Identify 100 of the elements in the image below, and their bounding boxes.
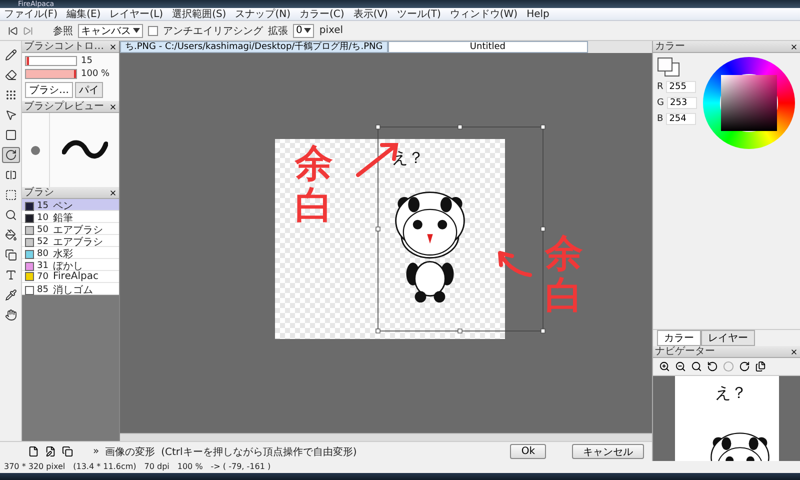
brush-name: ぼかし	[53, 260, 83, 272]
dot-icon	[31, 146, 40, 154]
transform-hint: (Ctrlキーを押しながら頂点操作で自由変形)	[161, 446, 357, 458]
close-icon[interactable]	[109, 102, 117, 110]
close-icon[interactable]	[790, 348, 798, 356]
previous-icon[interactable]	[8, 26, 18, 36]
channel-field[interactable]: 253	[666, 97, 697, 109]
brush-name: ペン	[53, 200, 74, 213]
panel-tab[interactable]: ブラシ…	[25, 82, 73, 98]
edit-file-icon[interactable]	[45, 446, 56, 457]
split-square-icon	[4, 169, 16, 181]
slider-value: 100 %	[81, 69, 110, 79]
rotate-right-icon[interactable]	[739, 361, 750, 372]
brush-name: エアブラシ	[53, 236, 104, 248]
zoom-out-icon[interactable]	[675, 361, 686, 372]
annotation-text: 余白	[295, 143, 333, 227]
pages-icon[interactable]	[755, 361, 766, 372]
brush-item[interactable]: 52 エアブラシ	[22, 235, 119, 247]
status-text: (13.4 * 11.6cm)	[73, 461, 136, 473]
color-square[interactable]	[720, 75, 777, 131]
selection-box[interactable]	[376, 124, 546, 334]
brush-size: 85	[37, 285, 50, 295]
square-icon	[4, 129, 16, 141]
pointer-icon	[4, 109, 16, 121]
brush-item[interactable]: 50 エアブラシ	[22, 223, 119, 235]
brush-item[interactable]: 70 FireAlpac	[22, 271, 119, 283]
menu-item[interactable]: Help	[526, 8, 550, 20]
dots-icon	[4, 89, 16, 101]
reference-label: 参照	[53, 24, 73, 38]
annotation-text: 余白	[545, 233, 583, 317]
slider-track[interactable]	[25, 56, 77, 66]
document-tab[interactable]: ち.PNG - C:/Users/kashimagi/Desktop/千鶴ブログ用/ち.PNG	[120, 41, 388, 53]
next-icon[interactable]	[23, 26, 33, 36]
brush-item[interactable]: 80 水彩	[22, 247, 119, 259]
expand-toggle[interactable]: »	[93, 446, 100, 457]
menu-item[interactable]: 選択範囲(S)	[172, 8, 226, 20]
brush-size: 70	[37, 272, 50, 282]
menu-item[interactable]: カラー(C)	[300, 8, 344, 20]
panel-tab[interactable]: レイヤー	[701, 330, 755, 346]
brush-item[interactable]: 10 鉛筆	[22, 211, 119, 223]
caret-icon[interactable]	[133, 28, 140, 33]
expand-dropdown[interactable]: 0	[293, 24, 314, 38]
brush-size: 10	[37, 213, 50, 223]
new-file-icon[interactable]	[28, 446, 39, 457]
menu-item[interactable]: レイヤー(L)	[110, 8, 164, 20]
menu-item[interactable]: ツール(T)	[396, 8, 441, 20]
transform-title: 画像の変形	[105, 446, 156, 458]
color-swatch-icon	[657, 57, 681, 77]
slider-fill[interactable]	[26, 57, 29, 65]
brush-name: FireAlpac	[53, 271, 100, 282]
brush-item[interactable]: 15 ペン	[22, 199, 119, 211]
brush-size: 50	[37, 225, 50, 235]
document-tab[interactable]: Untitled	[388, 41, 588, 53]
zoom-in-icon[interactable]	[659, 361, 670, 372]
brush-size: 31	[37, 261, 50, 271]
search-icon[interactable]	[691, 361, 702, 372]
menu-item[interactable]: 編集(E)	[66, 8, 101, 20]
close-icon[interactable]	[109, 42, 117, 50]
caret-icon[interactable]	[304, 28, 312, 33]
close-icon[interactable]	[790, 42, 798, 50]
ok-button[interactable]: Ok	[510, 444, 546, 459]
eraser-icon	[4, 69, 16, 81]
antialias-label: アンチエイリアシング	[163, 24, 263, 38]
handwritten-text: え？	[714, 383, 746, 402]
copy-icon[interactable]	[62, 446, 73, 457]
handwritten-text: え？	[392, 148, 424, 167]
menu-item[interactable]: スナップ(N)	[235, 8, 291, 20]
panel-title: ブラシコントロ…	[24, 40, 104, 52]
tool-button[interactable]	[2, 147, 20, 163]
menu-item[interactable]: 表示(V)	[353, 8, 388, 20]
rotate-left-icon[interactable]	[707, 361, 718, 372]
panel-tab[interactable]: カラー	[657, 330, 701, 346]
channel-label: R	[657, 82, 664, 92]
brush-item[interactable]: 31 ぼかし	[22, 259, 119, 271]
hand-icon	[4, 309, 16, 321]
brush-name: 鉛筆	[53, 212, 74, 225]
channel-label: B	[657, 114, 664, 124]
brush-size: 80	[37, 249, 50, 259]
horizontal-scrollbar[interactable]	[120, 433, 652, 441]
close-icon[interactable]	[109, 188, 117, 196]
channel-field[interactable]: 255	[666, 81, 696, 93]
cancel-button[interactable]: キャンセル	[572, 444, 644, 459]
reference-dropdown[interactable]: キャンバス	[78, 24, 143, 38]
rotate-icon	[4, 149, 16, 161]
brush-name: 水彩	[53, 248, 74, 261]
channel-field[interactable]: 254	[666, 113, 696, 125]
panel-title: ブラシプレビュー	[24, 100, 104, 112]
status-text: 370 * 320 pixel	[4, 461, 66, 473]
copy-icon	[4, 249, 16, 261]
search-icon	[4, 209, 16, 221]
eyedropper-icon	[4, 289, 16, 301]
menu-item[interactable]: ファイル(F)	[4, 8, 58, 20]
pen-icon	[4, 49, 16, 61]
bucket-icon	[4, 229, 16, 241]
panel-tab[interactable]: パイ	[75, 82, 103, 98]
brush-item[interactable]: 85 消しゴム	[22, 283, 119, 295]
channel-label: G	[657, 98, 664, 108]
menu-item[interactable]: ウィンドウ(W)	[450, 8, 518, 20]
brush-size: 52	[37, 237, 50, 247]
antialias-checkbox[interactable]	[148, 26, 158, 36]
